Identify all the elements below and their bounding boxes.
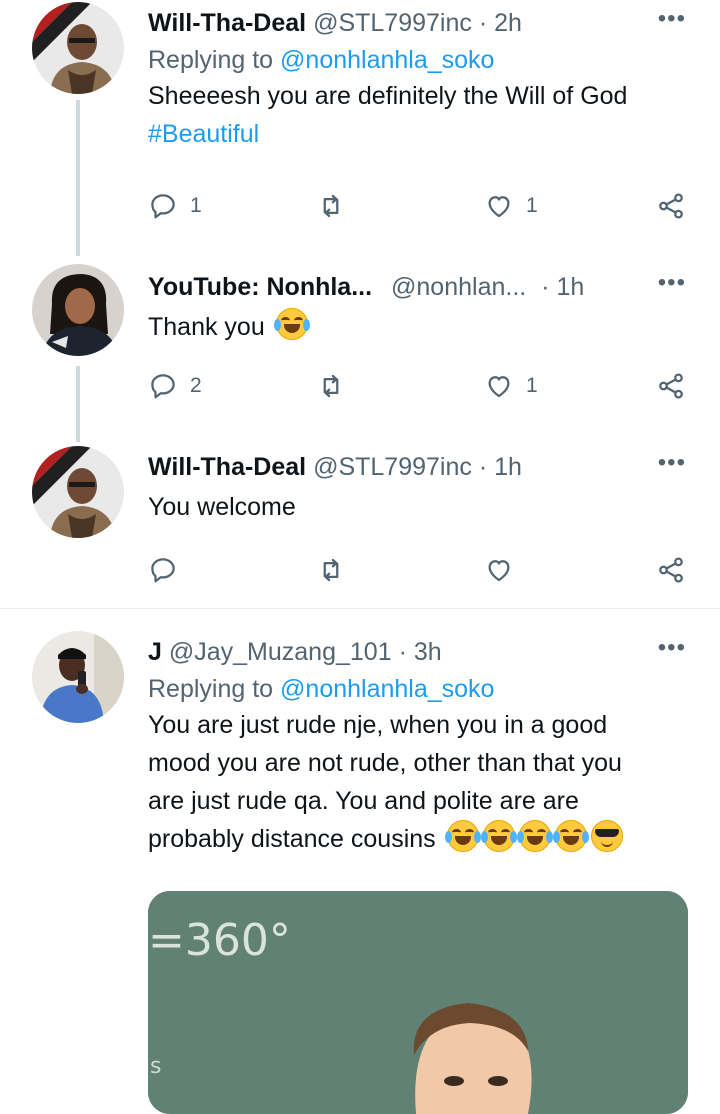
svg-text:s: s xyxy=(150,1054,161,1079)
replying-label: Replying to xyxy=(148,46,274,74)
separator-dot: · xyxy=(478,453,488,481)
separator-dot: · xyxy=(478,9,488,37)
tweet-text-line: probably distance cousins xyxy=(148,825,436,853)
replying-label: Replying to xyxy=(148,675,274,703)
tweet-text-line: You are just rude nje, when you in a goo… xyxy=(148,711,608,739)
separator-dot: · xyxy=(541,273,550,301)
timestamp[interactable]: 2h xyxy=(494,9,522,37)
more-icon[interactable]: ••• xyxy=(658,271,686,295)
share-button[interactable] xyxy=(656,552,686,588)
share-button[interactable] xyxy=(656,368,686,404)
tweet-text-line: Thank you xyxy=(148,313,265,341)
laughing-emoji xyxy=(273,308,310,340)
reply-icon xyxy=(151,374,175,399)
laughing-emoji xyxy=(516,820,553,852)
chalkboard-text: =360° xyxy=(148,915,291,966)
share-icon xyxy=(659,373,683,399)
replying-to: Replying to @nonhlanhla_soko xyxy=(148,672,700,706)
like-button[interactable]: 1 xyxy=(484,188,538,224)
user-handle[interactable]: @nonhlan... xyxy=(391,273,526,301)
tweet-actions: 1 1 xyxy=(148,188,708,224)
tweet-1[interactable]: Will-Tha-Deal @STL7997inc · 2h ••• Reply… xyxy=(0,0,720,256)
tweet-header: J @Jay_Muzang_101 · 3h ••• xyxy=(148,636,700,667)
mention-link[interactable]: @nonhlanhla_soko xyxy=(280,675,494,703)
timestamp[interactable]: 1h xyxy=(556,273,584,301)
tweet-text-last-line: probably distance cousins xyxy=(148,820,700,858)
like-button[interactable]: 1 xyxy=(484,368,538,404)
tweet-header: Will-Tha-Deal @STL7997inc · 2h ••• xyxy=(148,7,700,38)
retweet-icon xyxy=(323,194,339,218)
tweet-media-image[interactable]: =360° s xyxy=(148,891,688,1114)
retweet-button[interactable] xyxy=(316,368,346,404)
laughing-emoji xyxy=(444,820,481,852)
cool-emoji xyxy=(590,820,623,852)
reply-count: 2 xyxy=(190,374,202,397)
tweet-actions: 2 1 xyxy=(148,368,708,404)
reply-icon xyxy=(151,558,175,583)
like-icon xyxy=(488,196,510,218)
like-count: 1 xyxy=(526,194,538,217)
reply-button[interactable]: 2 xyxy=(148,368,202,404)
share-icon xyxy=(659,557,683,583)
tweet-3[interactable]: Will-Tha-Deal @STL7997inc · 1h ••• You w… xyxy=(0,442,720,608)
tweet-text: Sheeeesh you are definitely the Will of … xyxy=(148,77,700,153)
reply-count: 1 xyxy=(190,194,202,217)
mention-link[interactable]: @nonhlanhla_soko xyxy=(280,46,494,74)
avatar[interactable] xyxy=(32,446,124,538)
separator-dot: · xyxy=(398,638,407,666)
like-button[interactable] xyxy=(484,552,514,588)
timestamp[interactable]: 3h xyxy=(414,638,442,666)
tweet-text-line: Sheeeesh you are definitely the Will of … xyxy=(148,82,628,110)
retweet-button[interactable] xyxy=(316,188,346,224)
user-handle[interactable]: @Jay_Muzang_101 xyxy=(169,638,392,666)
laughing-emoji xyxy=(552,820,589,852)
share-icon xyxy=(659,193,683,219)
display-name[interactable]: J xyxy=(148,638,162,666)
retweet-icon xyxy=(323,374,339,398)
hashtag-link[interactable]: #Beautiful xyxy=(148,115,700,153)
reply-button[interactable]: 1 xyxy=(148,188,202,224)
display-name[interactable]: Will-Tha-Deal xyxy=(148,453,306,481)
more-icon[interactable]: ••• xyxy=(658,636,686,660)
tweet-text-line: mood you are not rude, other than that y… xyxy=(148,749,622,777)
tweet-text: You welcome xyxy=(148,488,700,526)
like-icon xyxy=(488,376,510,398)
like-count: 1 xyxy=(526,374,538,397)
more-icon[interactable]: ••• xyxy=(658,451,686,475)
more-icon[interactable]: ••• xyxy=(658,7,686,31)
retweet-button[interactable] xyxy=(316,552,346,588)
tweet-actions xyxy=(148,552,708,588)
replying-to: Replying to @nonhlanhla_soko xyxy=(148,43,700,77)
tweet-header: YouTube: Nonhla... @nonhlan... · 1h ••• xyxy=(148,271,700,302)
tweet-2[interactable]: YouTube: Nonhla... @nonhlan... · 1h ••• … xyxy=(0,256,720,442)
display-name[interactable]: Will-Tha-Deal xyxy=(148,9,306,37)
thread-line xyxy=(76,366,80,442)
reply-icon xyxy=(151,194,175,219)
share-button[interactable] xyxy=(656,188,686,224)
laughing-emoji xyxy=(480,820,517,852)
retweet-icon xyxy=(323,558,339,582)
display-name[interactable]: YouTube: Nonhla... xyxy=(148,273,372,301)
tweet-text: You are just rude nje, when you in a goo… xyxy=(148,706,700,858)
thread-line xyxy=(76,100,80,256)
tweet-text-line: You welcome xyxy=(148,493,296,521)
avatar[interactable] xyxy=(32,631,124,723)
user-handle[interactable]: @STL7997inc xyxy=(313,453,472,481)
tweet-text: Thank you xyxy=(148,308,700,346)
timestamp[interactable]: 1h xyxy=(494,453,522,481)
tweet-header: Will-Tha-Deal @STL7997inc · 1h ••• xyxy=(148,451,700,482)
avatar[interactable] xyxy=(32,2,124,94)
like-icon xyxy=(488,560,510,582)
reply-button[interactable] xyxy=(148,552,178,588)
tweet-text-line: are just rude qa. You and polite are are xyxy=(148,787,579,815)
user-handle[interactable]: @STL7997inc xyxy=(313,9,472,37)
avatar[interactable] xyxy=(32,264,124,356)
